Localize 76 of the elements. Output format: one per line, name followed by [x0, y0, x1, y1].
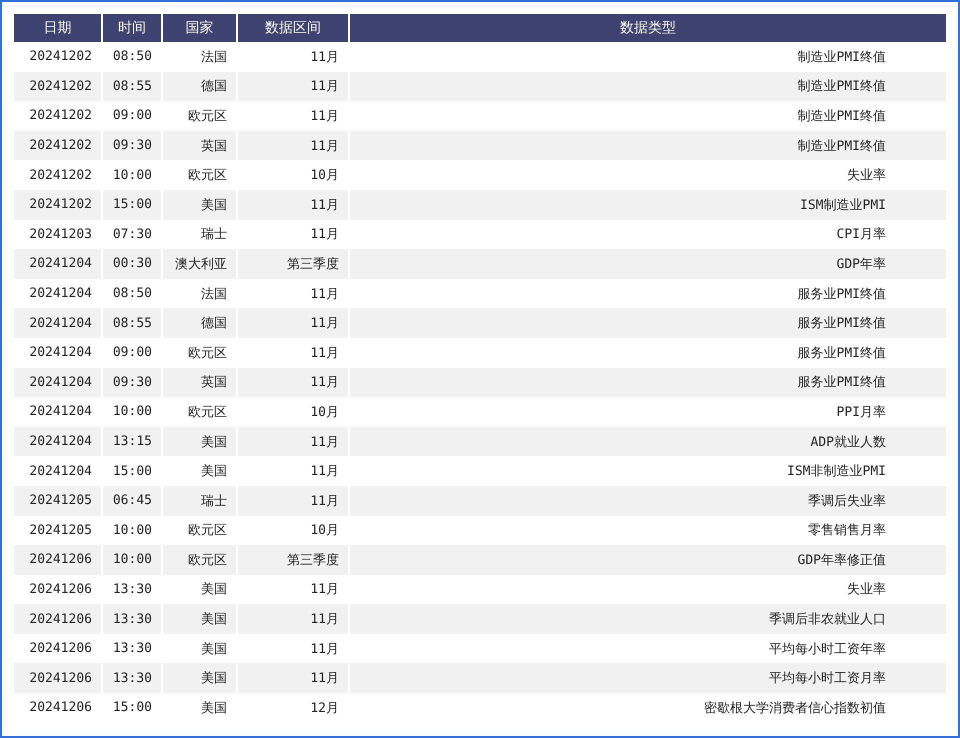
- table-cell: 20241204: [14, 426, 103, 456]
- table-cell: 11月: [238, 190, 350, 220]
- table-cell-text: 季调后失业率: [807, 492, 887, 511]
- column-header: 时间: [103, 14, 163, 42]
- table-cell-text: PPI月率: [836, 404, 887, 422]
- table-cell-text: 零售销售月率: [807, 522, 887, 540]
- table-cell: 20241202: [14, 72, 103, 102]
- table-cell: 11月: [238, 130, 350, 160]
- table-cell-text: ISM非制造业PMI: [786, 463, 887, 482]
- table-cell: 13:15: [103, 426, 163, 456]
- table-cell: 20241204: [14, 308, 103, 338]
- table-cell: 20241206: [14, 693, 103, 723]
- table-cell: 20241202: [14, 190, 103, 220]
- column-header: 日期: [14, 14, 103, 42]
- column-header: 数据类型: [350, 14, 946, 42]
- table-cell-text: 服务业PMI终值: [796, 344, 887, 363]
- table-cell: 11月: [238, 604, 350, 634]
- table-cell: 12月: [238, 693, 350, 723]
- table-cell: 英国: [163, 130, 238, 160]
- table-cell: 20241202: [14, 130, 103, 160]
- table-cell-text: 制造业PMI终值: [796, 48, 887, 67]
- table-cell: 20241204: [14, 249, 103, 279]
- table-cell-text: ISM制造业PMI: [799, 196, 887, 215]
- table-cell: 11月: [238, 72, 350, 102]
- table-cell-text: 服务业PMI终值: [796, 286, 887, 304]
- table-cell: 20241206: [14, 663, 103, 694]
- table-cell-text: 制造业PMI终值: [796, 78, 887, 96]
- table-cell: 美国: [163, 190, 238, 220]
- table-cell: 08:55: [103, 72, 163, 102]
- table-cell-text: 密歇根大学消费者信心指数初值: [703, 700, 887, 718]
- table-cell-text: 平均每小时工资年率: [768, 640, 887, 659]
- table-cell-text: 服务业PMI终值: [796, 315, 887, 334]
- table-cell-text: GDP年率修正值: [796, 552, 887, 570]
- column-header: 国家: [163, 14, 238, 42]
- table-cell: 第三季度: [238, 249, 350, 279]
- table-cell: 11月: [238, 663, 350, 694]
- table-cell: 09:30: [103, 130, 163, 160]
- table-cell-text: 制造业PMI终值: [796, 108, 887, 126]
- table-cell: 00:30: [103, 249, 163, 279]
- table-cell-text: 平均每小时工资月率: [768, 670, 887, 688]
- table-cell: 瑞士: [163, 486, 238, 516]
- table-cell-text: 制造业PMI终值: [796, 138, 887, 156]
- table-cell: 15:00: [103, 190, 163, 220]
- table-cell: 20241206: [14, 545, 103, 575]
- table-cell: 08:55: [103, 308, 163, 338]
- table-cell: 06:45: [103, 486, 163, 516]
- table-cell: 美国: [163, 663, 238, 694]
- table-cell: 11月: [238, 308, 350, 338]
- table-cell: 澳大利亚: [163, 249, 238, 279]
- table-cell: 欧元区: [163, 545, 238, 575]
- table-cell: 15:00: [103, 693, 163, 723]
- table-cell: 11月: [238, 426, 350, 456]
- table-cell-text: ADP就业人数: [810, 434, 887, 452]
- table-cell-text: GDP年率: [836, 256, 887, 274]
- table-cell: 德国: [163, 308, 238, 338]
- table-cell-text: 失业率: [846, 167, 887, 186]
- table-cell-text: 季调后非农就业人口: [768, 611, 887, 630]
- table-cell: 美国: [163, 693, 238, 723]
- table-cell: 20241206: [14, 604, 103, 634]
- table-cell-text: 失业率: [846, 581, 887, 600]
- table-cell: 美国: [163, 426, 238, 456]
- column-header: 数据区间: [238, 14, 350, 42]
- table-cell: 德国: [163, 72, 238, 102]
- table-cell: 10:00: [103, 545, 163, 575]
- table-cell-text: CPI月率: [836, 226, 887, 244]
- table-cell: 11月: [238, 368, 350, 398]
- table-cell: 20241204: [14, 368, 103, 398]
- table-cell: 13:30: [103, 604, 163, 634]
- table-cell: 英国: [163, 368, 238, 398]
- table-cell: 美国: [163, 604, 238, 634]
- table-cell-text: 服务业PMI终值: [796, 374, 887, 392]
- table-cell: 11月: [238, 486, 350, 516]
- table-cell: 09:30: [103, 368, 163, 398]
- table-cell: 13:30: [103, 663, 163, 694]
- table-cell: 20241205: [14, 486, 103, 516]
- table-cell: 第三季度: [238, 545, 350, 575]
